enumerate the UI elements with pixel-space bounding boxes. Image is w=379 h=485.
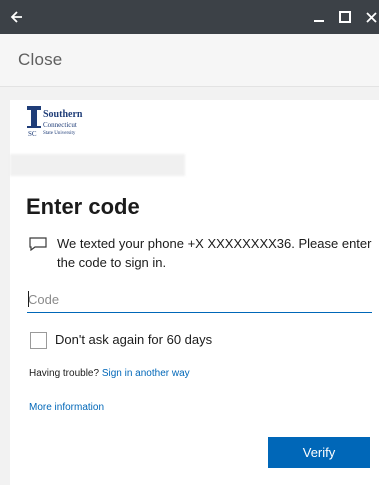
signin-card: SC Southern Connecticut State University… [10,100,379,485]
code-input[interactable] [27,286,372,313]
trouble-row: Having trouble? Sign in another way [29,368,190,379]
remember-label: Don't ask again for 60 days [55,332,213,347]
logo-line1: Southern [43,109,83,120]
close-link[interactable]: Close [18,50,62,70]
text-caret [28,291,29,307]
logo-line3: State University [43,131,76,136]
close-bar: Close [0,34,379,87]
page-title: Enter code [26,194,140,219]
verify-button[interactable]: Verify [268,437,370,468]
minimize-icon[interactable] [312,9,326,25]
university-logo: SC Southern Connecticut State University [27,106,137,146]
more-information-link[interactable]: More information [29,402,104,413]
sms-message: We texted your phone +X XXXXXXXX36. Plea… [57,236,372,270]
logo-mark-icon: SC [27,106,41,138]
back-arrow-icon[interactable] [8,9,24,25]
remember-checkbox[interactable] [30,332,47,349]
window-titlebar [0,0,379,34]
maximize-icon[interactable] [338,9,352,25]
close-icon[interactable] [364,9,379,25]
logo-line2: Connecticut [43,121,77,129]
trouble-text: Having trouble? [29,368,100,379]
svg-text:SC: SC [28,130,37,138]
redacted-username [10,154,185,176]
sign-in-another-way-link[interactable]: Sign in another way [102,368,190,379]
message-icon [29,237,47,251]
